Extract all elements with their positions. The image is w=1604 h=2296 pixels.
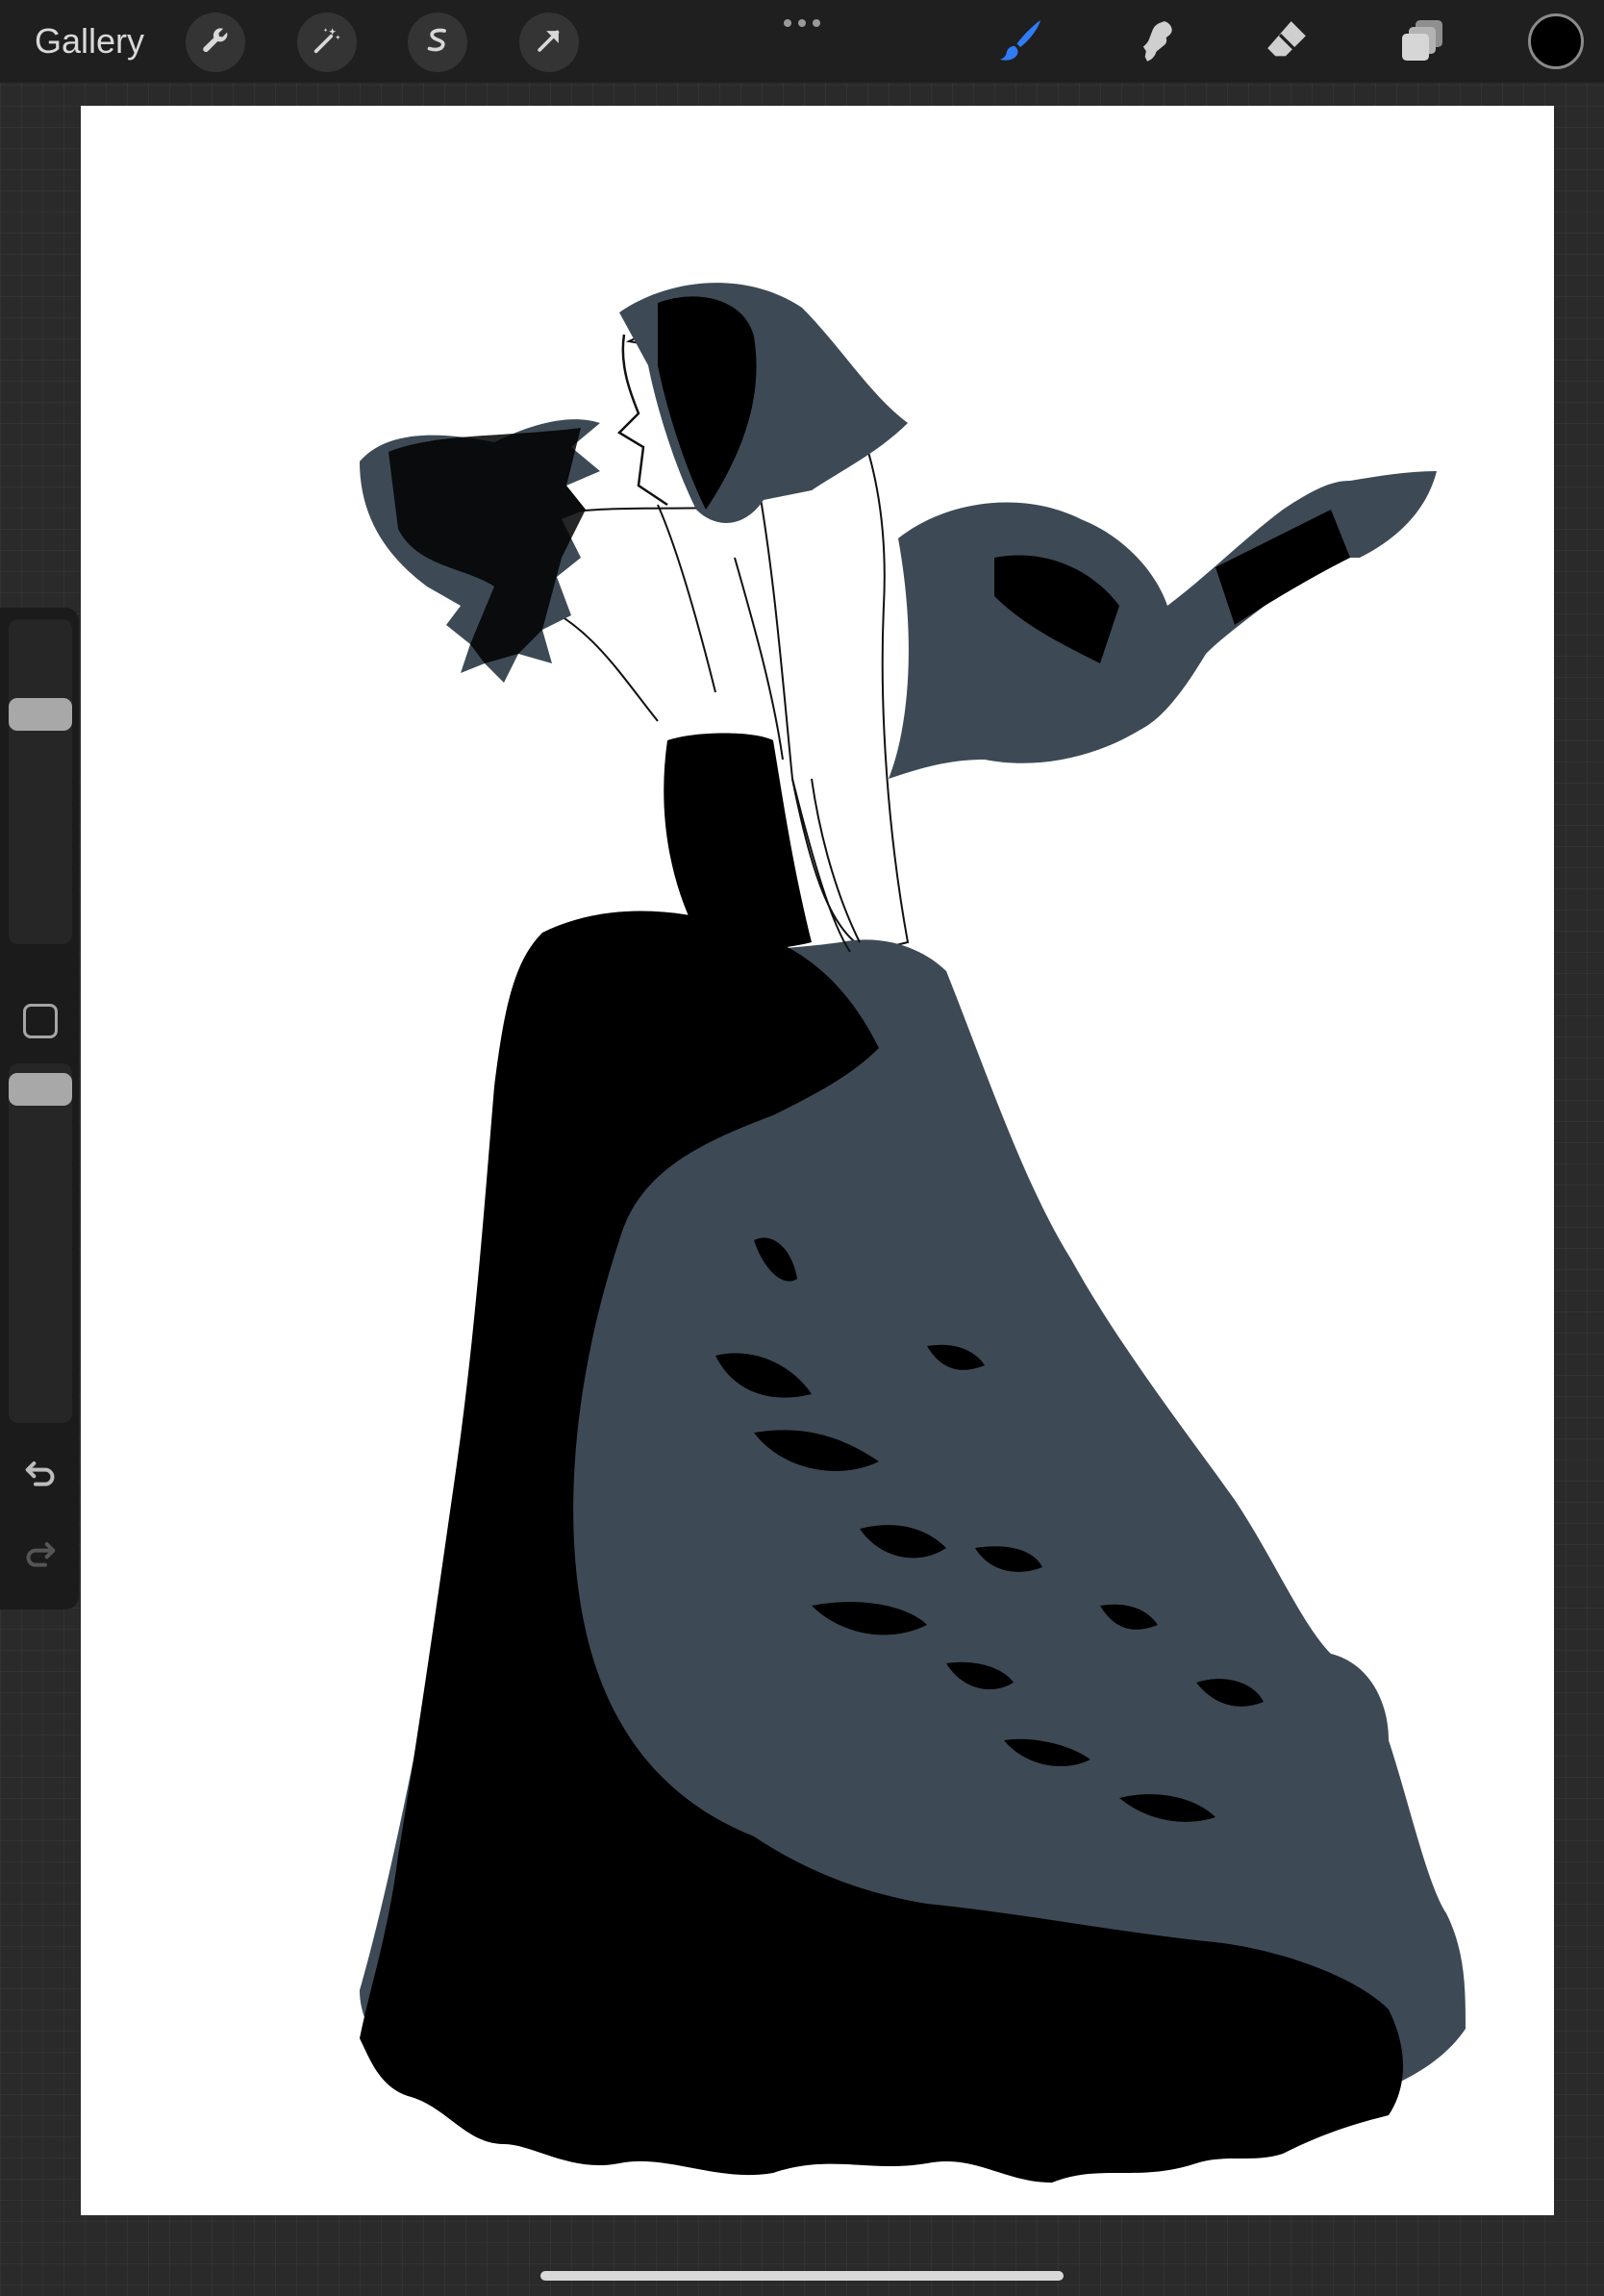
eraser-tool-button[interactable]	[1256, 12, 1317, 73]
transform-button[interactable]	[519, 12, 579, 72]
selection-button[interactable]	[408, 12, 467, 72]
adjustments-button[interactable]	[297, 12, 357, 72]
layers-icon	[1395, 13, 1449, 72]
more-options-icon[interactable]	[784, 13, 820, 33]
paint-tool-button[interactable]	[990, 12, 1051, 73]
smudge-tool-button[interactable]	[1123, 12, 1185, 73]
drawing-canvas[interactable]	[81, 106, 1554, 2215]
eraser-icon	[1260, 13, 1314, 72]
layers-button[interactable]	[1391, 12, 1453, 73]
brush-size-slider-thumb[interactable]	[9, 698, 72, 732]
left-sleeve-dark	[388, 428, 586, 663]
transform-arrow-icon	[533, 24, 565, 62]
home-indicator[interactable]	[540, 2271, 1064, 2281]
redo-button[interactable]	[19, 1535, 62, 1577]
right-sleeve	[889, 471, 1437, 779]
neck-lines	[657, 504, 784, 761]
brush-icon	[993, 13, 1047, 72]
modify-button[interactable]	[23, 1004, 58, 1038]
top-toolbar: Gallery	[0, 0, 1604, 83]
opacity-slider[interactable]	[9, 1063, 72, 1423]
wrench-icon	[199, 24, 232, 62]
actions-button[interactable]	[186, 12, 245, 72]
magic-wand-icon	[311, 24, 343, 62]
selection-icon	[421, 24, 454, 62]
artwork	[360, 283, 1466, 2183]
smudge-icon	[1127, 13, 1181, 72]
gallery-button[interactable]: Gallery	[35, 19, 144, 63]
redo-icon	[21, 1535, 60, 1578]
opacity-slider-thumb[interactable]	[9, 1073, 72, 1107]
brush-size-slider[interactable]	[9, 619, 72, 944]
color-picker-button[interactable]	[1528, 13, 1584, 69]
undo-icon	[21, 1454, 60, 1497]
undo-button[interactable]	[19, 1454, 62, 1496]
left-sidebar	[0, 608, 79, 1610]
